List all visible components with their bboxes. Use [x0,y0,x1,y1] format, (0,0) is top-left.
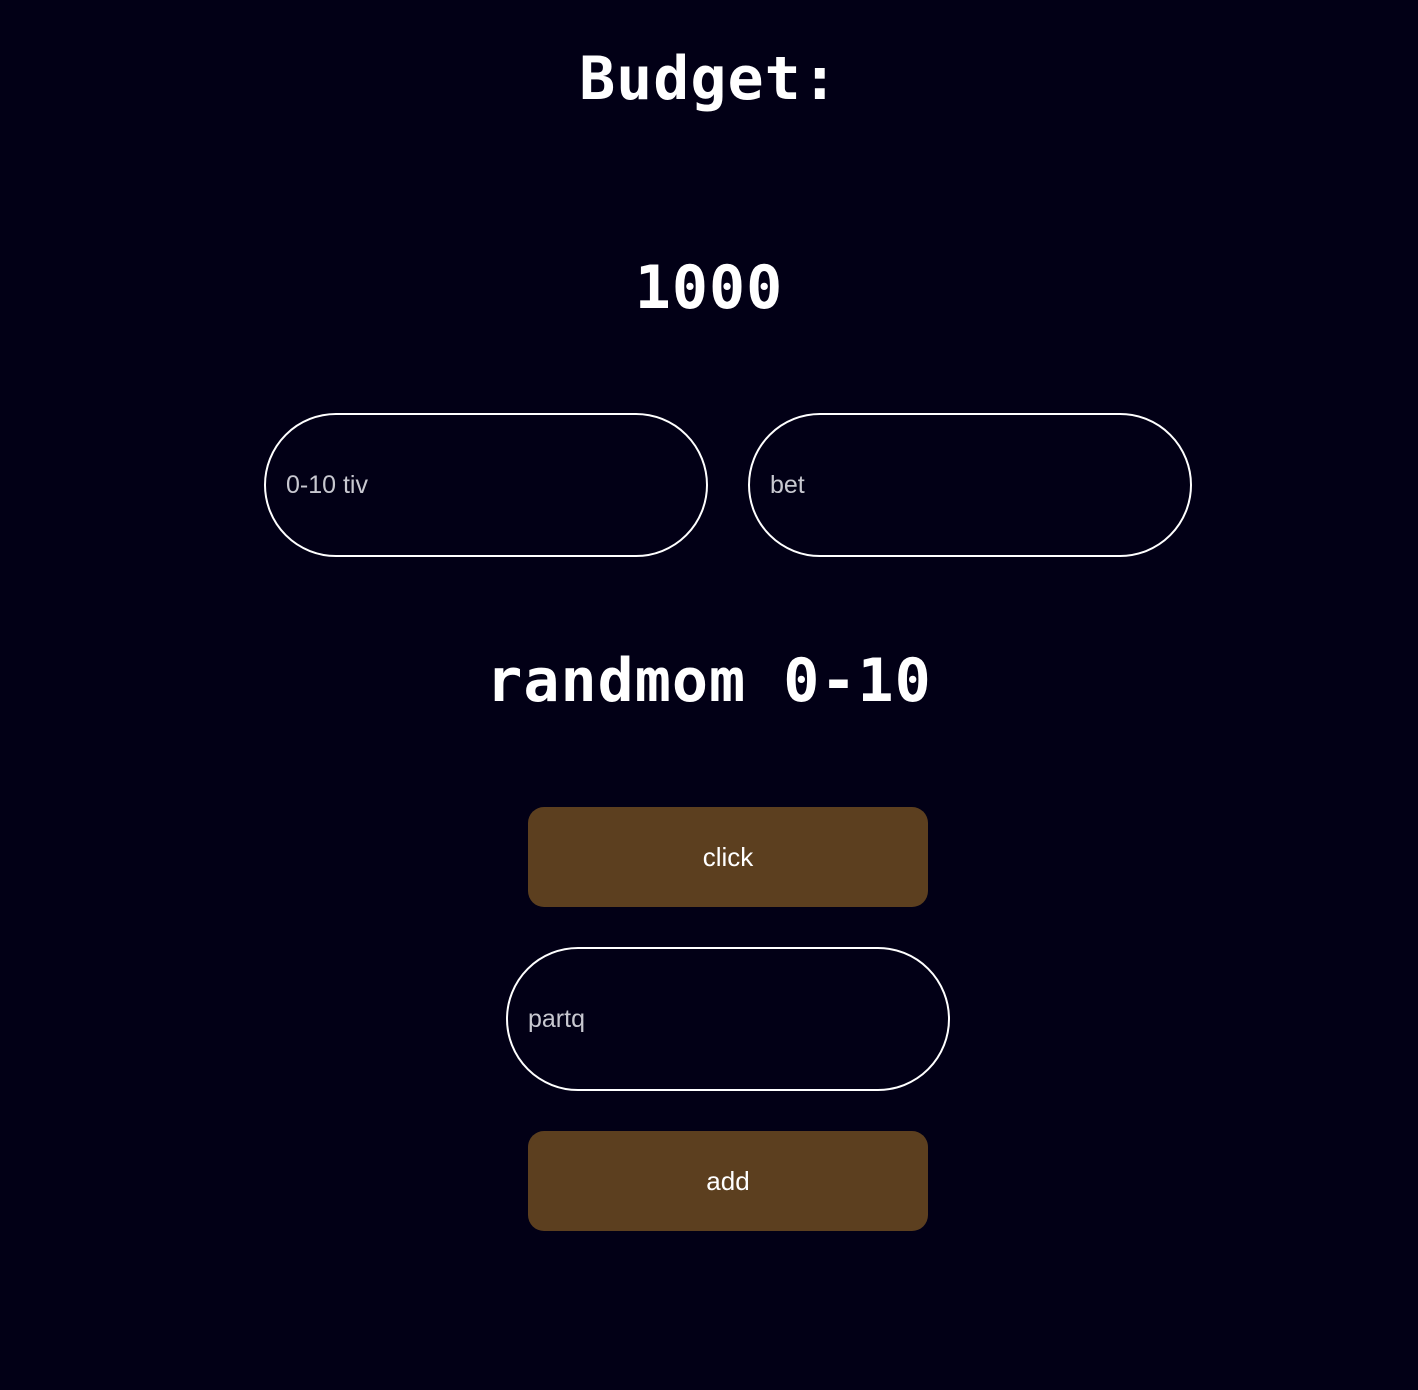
click-button[interactable]: click [528,807,928,907]
add-button[interactable]: add [528,1131,928,1231]
guess-input[interactable] [264,413,708,557]
bet-input[interactable] [748,413,1192,557]
budget-title: Budget: [579,44,839,114]
budget-value: 1000 [634,253,784,323]
random-result-label: randmom 0-10 [486,646,932,716]
partq-input[interactable] [506,947,950,1091]
